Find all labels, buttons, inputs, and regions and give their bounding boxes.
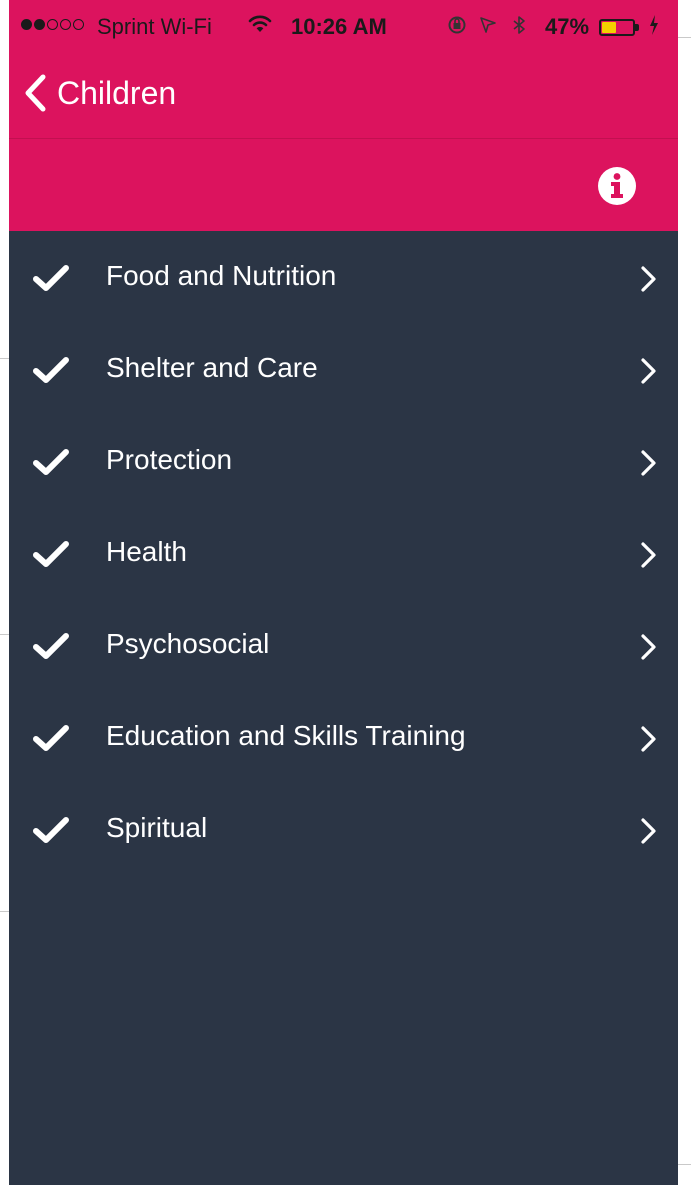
orientation-lock-icon xyxy=(448,16,466,34)
category-list: Food and Nutrition Shelter and Care Protec… xyxy=(9,231,678,875)
carrier-name: Sprint Wi-Fi xyxy=(97,14,212,39)
navigation-bar: Children xyxy=(9,48,678,138)
wifi-icon xyxy=(248,14,272,40)
chevron-right-icon xyxy=(639,265,657,298)
checkmark-icon xyxy=(33,356,69,389)
status-icons xyxy=(447,14,537,42)
signal-dot xyxy=(47,19,58,30)
checkmark-icon xyxy=(33,816,69,849)
signal-strength-icon xyxy=(21,19,84,30)
checkmark-icon xyxy=(33,264,69,297)
list-item-label: Education and Skills Training xyxy=(106,720,466,751)
header-divider xyxy=(9,138,678,139)
bluetooth-icon xyxy=(513,16,525,34)
status-time: 10:26 AM xyxy=(291,14,387,39)
back-button[interactable]: Children xyxy=(23,70,176,116)
back-button-label: Children xyxy=(57,74,177,111)
list-item-label: Health xyxy=(106,536,187,567)
chevron-left-icon xyxy=(25,74,46,112)
battery-percent: 47% xyxy=(545,14,590,39)
signal-dot xyxy=(34,19,45,30)
chevron-right-icon xyxy=(639,449,657,482)
charging-icon xyxy=(649,14,659,42)
info-button[interactable] xyxy=(597,166,637,206)
location-icon xyxy=(480,17,496,33)
list-item[interactable]: Food and Nutrition xyxy=(9,231,678,323)
outer-divider-bottom xyxy=(678,1164,691,1165)
status-bar: Sprint Wi-Fi 10:26 AM 47% xyxy=(9,6,678,48)
checkmark-icon xyxy=(33,724,69,757)
chevron-right-icon xyxy=(639,357,657,390)
signal-dot xyxy=(73,19,84,30)
outer-divider-top xyxy=(678,37,691,38)
signal-dot xyxy=(21,19,32,30)
chevron-right-icon xyxy=(639,633,657,666)
list-item[interactable]: Protection xyxy=(9,415,678,507)
list-item-label: Protection xyxy=(106,444,233,475)
list-item[interactable]: Spiritual xyxy=(9,783,678,875)
chevron-right-icon xyxy=(639,541,657,574)
list-item-label: Spiritual xyxy=(106,812,208,843)
checkmark-icon xyxy=(33,540,69,573)
battery-icon xyxy=(599,19,639,36)
chevron-right-icon xyxy=(639,725,657,758)
list-item[interactable]: Health xyxy=(9,507,678,599)
list-item[interactable]: Shelter and Care xyxy=(9,323,678,415)
chevron-right-icon xyxy=(639,817,657,850)
checkmark-icon xyxy=(33,448,69,481)
app-header: Sprint Wi-Fi 10:26 AM 47% Children xyxy=(9,0,678,231)
list-item[interactable]: Education and Skills Training xyxy=(9,691,678,783)
app-screen: Sprint Wi-Fi 10:26 AM 47% Children Food … xyxy=(9,0,678,1185)
list-item-label: Psychosocial xyxy=(106,628,270,659)
list-item-label: Shelter and Care xyxy=(106,352,318,383)
list-item-label: Food and Nutrition xyxy=(106,260,337,291)
info-icon xyxy=(598,167,636,205)
signal-dot xyxy=(60,19,71,30)
list-item[interactable]: Psychosocial xyxy=(9,599,678,691)
checkmark-icon xyxy=(33,632,69,665)
